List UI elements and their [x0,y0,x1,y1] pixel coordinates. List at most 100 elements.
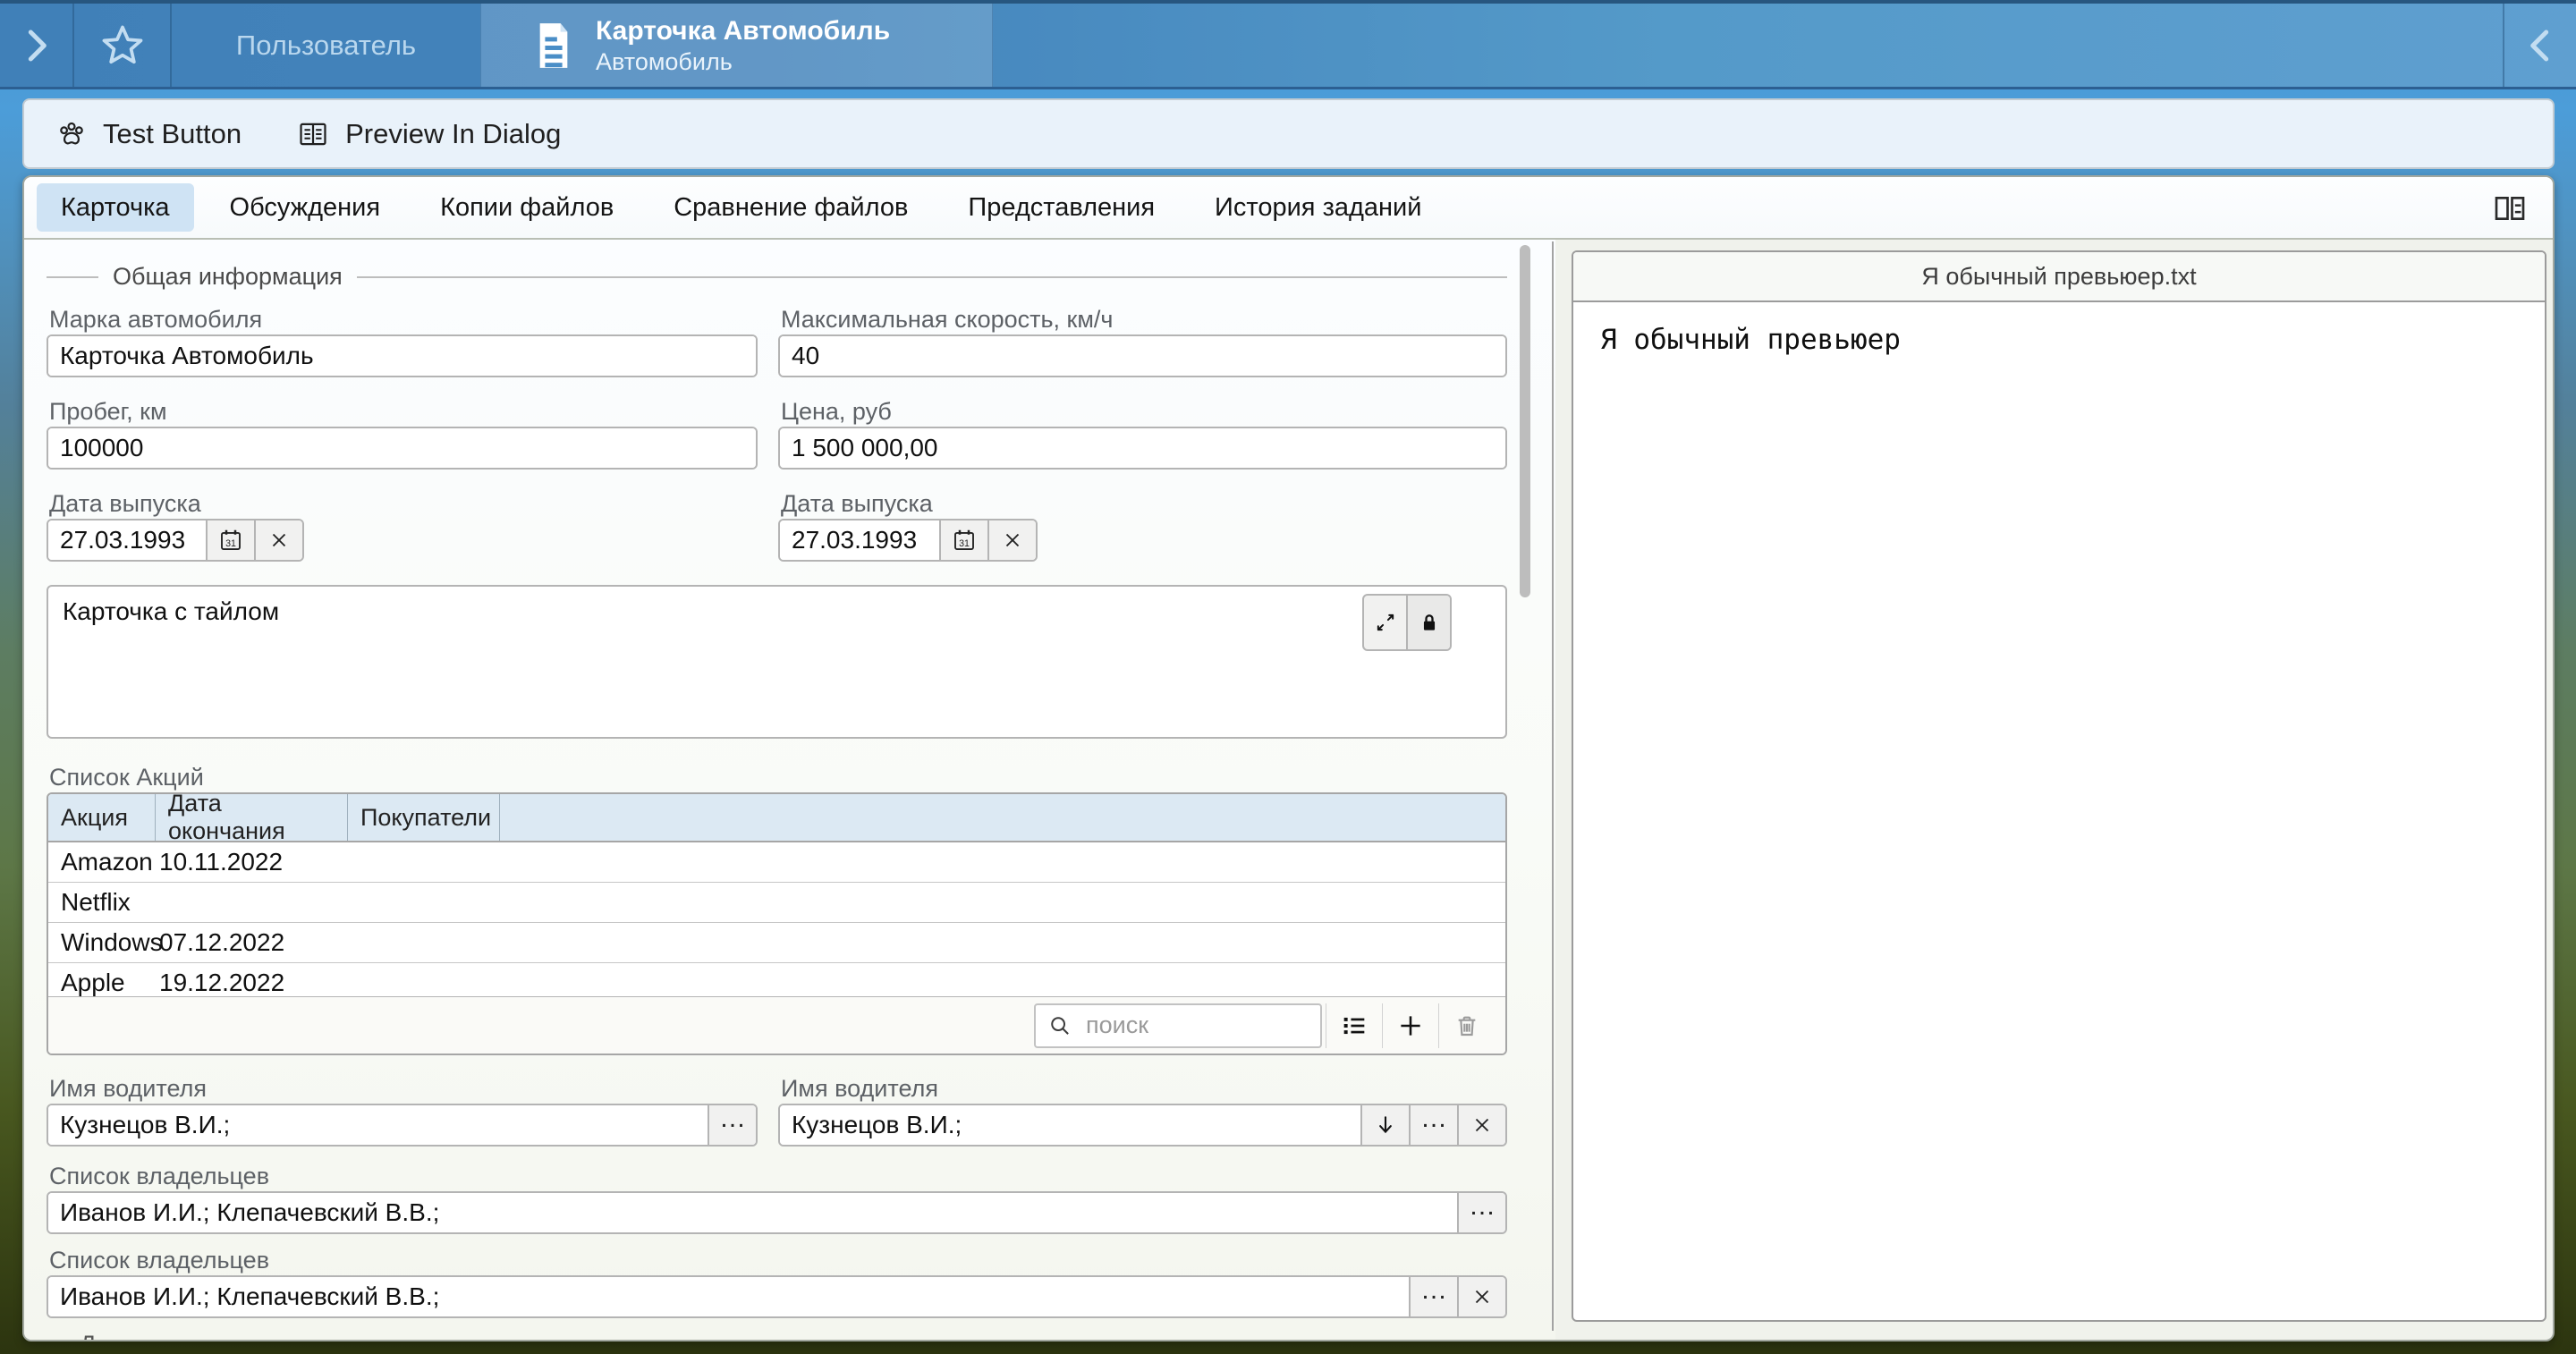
ellipsis-icon: … [1469,1197,1496,1228]
delete-row-button[interactable] [1438,1003,1495,1048]
tab-obsuzhdeniya[interactable]: Обсуждения [206,183,405,232]
stocks-grid-header: Акция Дата окончания Покупатели [48,794,1505,842]
stocks-search [1034,1003,1322,1048]
x-icon [1001,529,1024,552]
ellipsis-button[interactable]: … [1409,1105,1457,1145]
tab-kopii-failov[interactable]: Копии файлов [416,183,638,232]
expand-button[interactable] [1364,596,1406,649]
clear-date-button[interactable] [254,520,302,560]
column-header-pokupateli[interactable]: Покупатели [348,794,500,841]
show-list-button[interactable] [1326,1003,1382,1048]
release-date-right-label: Дата выпуска [781,490,933,518]
stocks-label: Список Акций [49,764,204,791]
chevron-left-icon [2522,22,2558,69]
release-date-right-field: 31 [778,519,1038,562]
tab-predstavleniya[interactable]: Представления [944,183,1179,232]
arrow-down-icon [1373,1113,1398,1138]
preview-panel: Я обычный превьюер.txt Я обычный превьюе… [1572,250,2546,1322]
memo-buttons [1362,594,1452,651]
x-icon [1470,1113,1494,1137]
ellipsis-button[interactable]: … [1409,1277,1457,1316]
document-icon [533,19,574,72]
clear-button[interactable] [1457,1105,1505,1145]
column-header-akciya[interactable]: Акция [48,794,156,841]
release-date-left-input[interactable] [48,520,206,560]
x-icon [1470,1285,1494,1308]
table-row[interactable]: Netflix [48,883,1505,923]
ellipsis-icon: … [1420,1282,1447,1312]
driver-right-label: Имя водителя [781,1075,938,1103]
brand-input[interactable] [48,336,756,376]
clear-button[interactable] [1457,1277,1505,1316]
tab-user[interactable]: Пользователь [172,4,480,87]
max-speed-input[interactable] [780,336,1505,376]
group-header-general-info: Общая информация [47,263,1507,291]
x-icon [267,529,291,552]
column-header-data-okonchaniya[interactable]: Дата окончания [156,794,348,841]
owners-top-label: Список владельцев [49,1163,269,1190]
list-icon [1339,1011,1369,1041]
table-row[interactable]: Windows 07.12.2022 [48,923,1505,963]
stocks-grid-footer [48,996,1505,1054]
price-input[interactable] [780,428,1505,468]
owners-bottom-field: … [47,1275,1507,1318]
lock-icon [1417,610,1442,635]
app-window: Пользователь Карточка Автомобиль Автомоб… [0,0,2576,1354]
brand-label: Марка автомобиля [49,306,262,334]
star-icon [97,21,148,71]
lock-button[interactable] [1406,596,1450,649]
test-button[interactable]: Test Button [55,117,242,151]
ellipsis-button[interactable]: … [708,1105,756,1145]
preview-in-dialog-label: Preview In Dialog [345,118,561,150]
clear-date-button[interactable] [987,520,1036,560]
active-tab-subtitle: Автомобиль [596,47,890,76]
preview-in-dialog-button[interactable]: Preview In Dialog [295,117,561,151]
tab-kartochka[interactable]: Карточка [37,183,194,232]
memo-field[interactable]: Карточка с тайлом [47,585,1507,739]
release-date-right-input[interactable] [780,520,939,560]
calendar-icon: 31 [217,527,244,554]
svg-text:31: 31 [959,538,970,549]
driver-right-input[interactable] [780,1105,1360,1145]
calendar-button[interactable]: 31 [206,520,254,560]
navigation-bar: Пользователь Карточка Автомобиль Автомоб… [0,0,2576,89]
open-book-icon [295,117,331,151]
max-speed-label: Максимальная скорость, км/ч [781,306,1114,334]
collapse-panel-button[interactable] [2504,4,2576,87]
ellipsis-icon: … [1420,1110,1447,1140]
search-input[interactable] [1084,1011,1309,1040]
driver-left-field: … [47,1104,758,1147]
owners-top-input[interactable] [48,1193,1457,1232]
trash-icon [1453,1011,1481,1040]
split-view-button[interactable] [2485,184,2535,233]
preview-title: Я обычный превьюер.txt [1573,252,2545,302]
preview-content: Я обычный превьюер [1573,302,2545,377]
plus-icon [1395,1011,1426,1041]
calendar-icon: 31 [951,527,978,554]
test-button-label: Test Button [103,118,242,150]
release-date-left-field: 31 [47,519,304,562]
group-title: Общая информация [113,263,343,291]
nav-forward-button[interactable] [0,4,72,87]
tab-card-avtomobil[interactable]: Карточка Автомобиль Автомобиль [480,4,993,87]
expand-icon [1373,610,1398,635]
release-date-left-label: Дата выпуска [49,490,201,518]
tab-sravnenie-failov[interactable]: Сравнение файлов [649,183,932,232]
owners-bottom-label: Список владельцев [49,1247,269,1274]
table-row[interactable]: Amazon 10.11.2022 [48,842,1505,883]
ellipsis-button[interactable]: … [1457,1193,1505,1232]
add-row-button[interactable] [1382,1003,1438,1048]
calendar-button[interactable]: 31 [939,520,987,560]
tab-user-label: Пользователь [236,30,416,62]
price-label: Цена, руб [781,398,892,426]
form-scrollbar-thumb[interactable] [1520,245,1530,597]
dropdown-button[interactable] [1360,1105,1409,1145]
svg-text:31: 31 [225,538,236,549]
owners-bottom-input[interactable] [48,1277,1409,1316]
mileage-input[interactable] [48,428,756,468]
favorites-button[interactable] [74,4,170,87]
price-field [778,427,1507,470]
driver-left-input[interactable] [48,1105,708,1145]
tab-istoriya-zadaniy[interactable]: История заданий [1191,183,1445,232]
brand-field [47,334,758,377]
